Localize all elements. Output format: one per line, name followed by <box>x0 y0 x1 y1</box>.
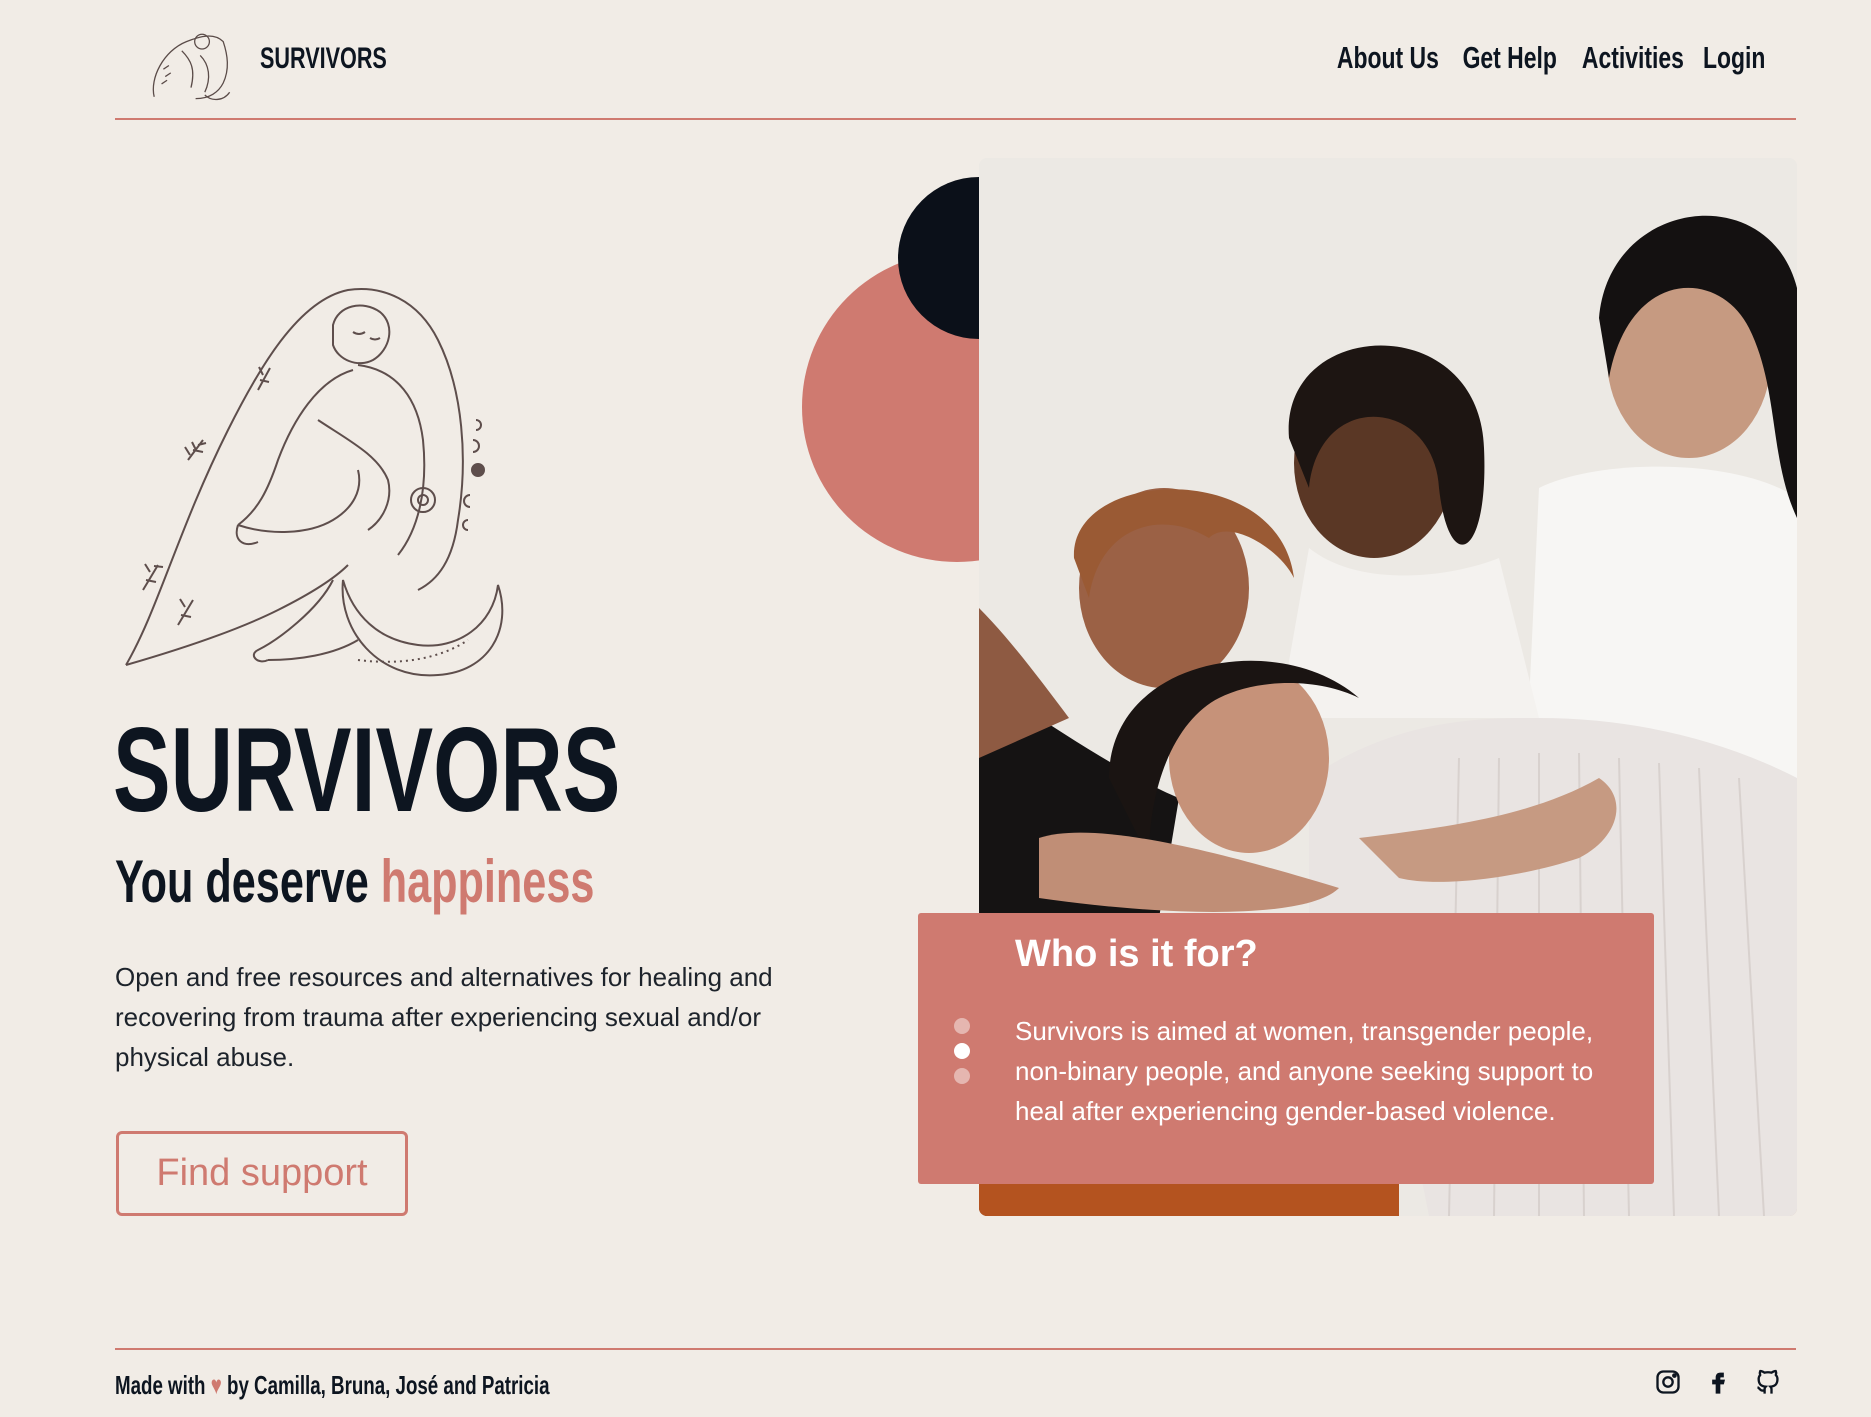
hero-description: Open and free resources and alternatives… <box>115 962 773 1072</box>
nav-login[interactable]: Login <box>1703 40 1765 76</box>
who-is-it-for-card: Who is it for? Survivors is aimed at wom… <box>918 913 1654 1184</box>
info-text: Survivors is aimed at women, transgender… <box>1015 1016 1594 1126</box>
hero-subtitle: You deserve happiness <box>115 852 594 912</box>
find-support-button[interactable]: Find support <box>116 1131 408 1216</box>
subtitle-accent: happiness <box>380 848 595 915</box>
credits-suffix: by Camilla, Bruna, José and Patricia <box>221 1370 550 1400</box>
footer-credits: Made with ♥ by Camilla, Bruna, José and … <box>115 1370 550 1401</box>
nav-activities[interactable]: Activities <box>1582 40 1684 76</box>
woman-illustration-icon <box>125 288 504 677</box>
credits-prefix: Made with <box>115 1370 211 1400</box>
site-header: SURVIVORS About Us Get Help Activities L… <box>115 0 1796 120</box>
instagram-icon[interactable] <box>1654 1368 1682 1396</box>
heart-icon: ♥ <box>210 1370 222 1400</box>
carousel-dot-2[interactable] <box>954 1043 970 1059</box>
brand-name[interactable]: SURVIVORS <box>260 42 387 76</box>
hero-title: SURVIVORS <box>113 703 621 837</box>
carousel-dot-3[interactable] <box>954 1068 970 1084</box>
main-nav: About Us Get Help Activities Login <box>1336 40 1765 76</box>
github-icon[interactable] <box>1754 1368 1782 1396</box>
social-links <box>1654 1368 1782 1396</box>
facebook-icon[interactable] <box>1704 1368 1732 1396</box>
subtitle-prefix: You deserve <box>115 848 381 915</box>
carousel-dot-1[interactable] <box>954 1018 970 1034</box>
site-footer: Made with ♥ by Camilla, Bruna, José and … <box>115 1348 1796 1408</box>
logo-icon[interactable] <box>145 14 237 106</box>
nav-get-help[interactable]: Get Help <box>1463 40 1557 76</box>
info-title: Who is it for? <box>1015 933 1258 975</box>
carousel-dots <box>954 1018 970 1084</box>
nav-about-us[interactable]: About Us <box>1336 40 1438 76</box>
